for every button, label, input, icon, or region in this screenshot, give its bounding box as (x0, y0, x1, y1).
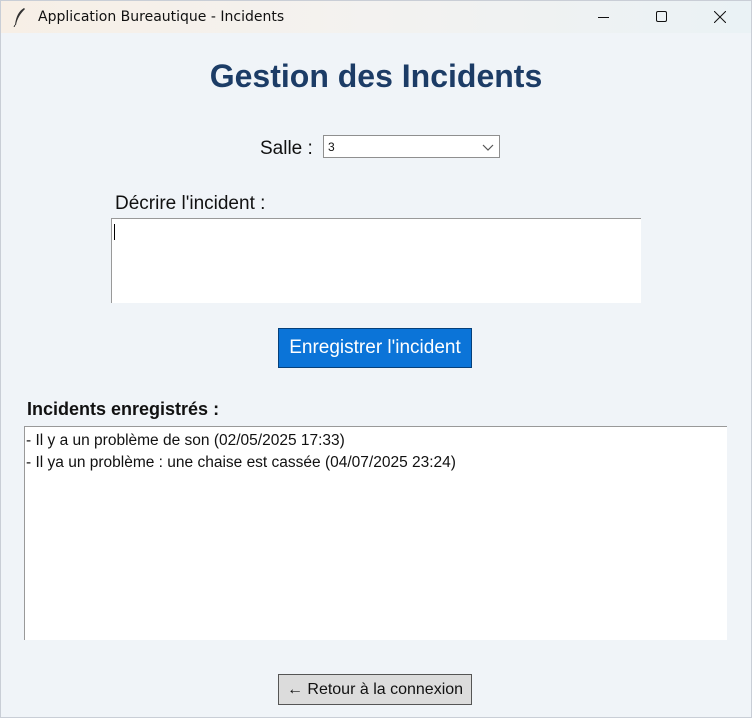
save-incident-button[interactable]: Enregistrer l'incident (278, 328, 472, 368)
description-label: Décrire l'incident : (115, 193, 266, 214)
salle-label: Salle : (260, 138, 313, 159)
app-window: Application Bureautique - Incidents Gest… (0, 0, 752, 718)
chevron-down-icon[interactable] (481, 140, 495, 154)
text-caret (114, 224, 115, 240)
minimize-icon (598, 17, 609, 18)
feather-icon (13, 8, 25, 27)
back-to-login-button[interactable]: ← Retour à la connexion (278, 674, 472, 705)
description-textarea[interactable] (111, 218, 641, 303)
incident-list[interactable]: - Il y a un problème de son (02/05/2025 … (24, 426, 727, 640)
minimize-button[interactable] (575, 1, 633, 33)
list-item[interactable]: - Il y a un problème de son (02/05/2025 … (26, 430, 727, 452)
maximize-icon (656, 11, 667, 22)
page-title: Gestion des Incidents (209, 58, 543, 94)
close-icon (714, 11, 726, 23)
title-bar[interactable]: Application Bureautique - Incidents (1, 1, 751, 33)
close-button[interactable] (691, 1, 749, 33)
window-title: Application Bureautique - Incidents (38, 9, 285, 25)
salle-select-value: 3 (328, 140, 335, 154)
incidents-heading: Incidents enregistrés : (27, 399, 220, 419)
salle-select[interactable]: 3 (323, 135, 500, 158)
maximize-button[interactable] (633, 1, 691, 33)
list-item[interactable]: - Il ya un problème : une chaise est cas… (26, 452, 727, 474)
